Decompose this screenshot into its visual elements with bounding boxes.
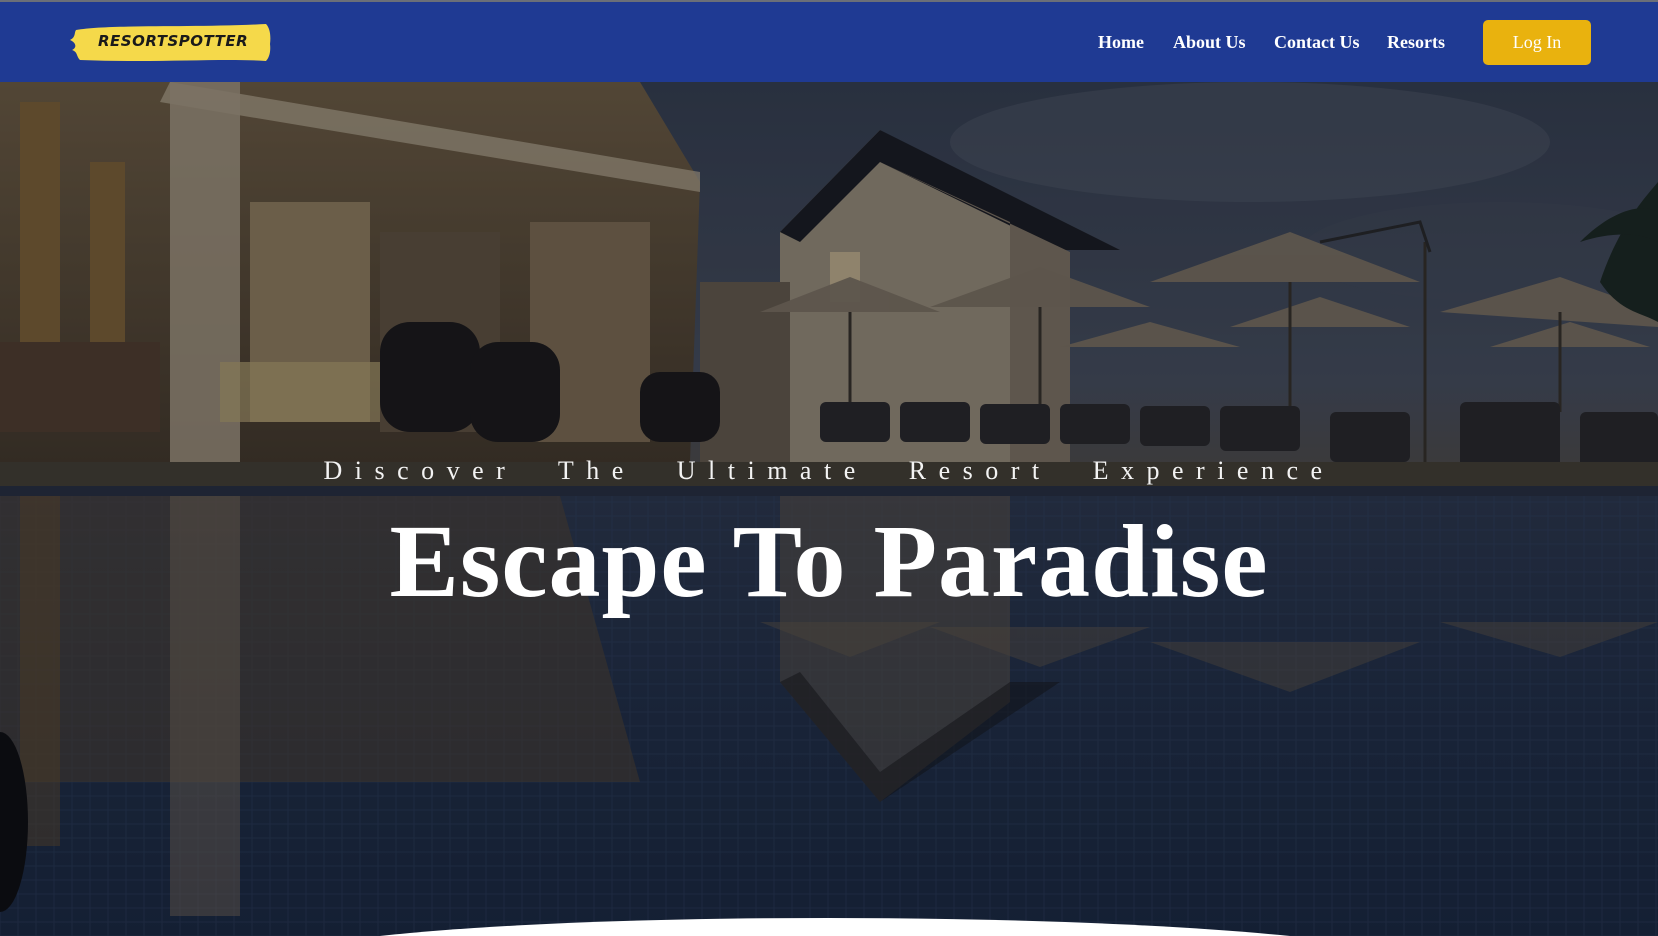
nav-resorts[interactable]: Resorts	[1387, 32, 1445, 53]
hero-bottom-curve	[380, 918, 1290, 936]
logo-text: RESORTSPOTTER	[98, 32, 249, 50]
brand-logo[interactable]: RESORTSPOTTER	[70, 22, 272, 64]
navbar: RESORTSPOTTER Home About Us Contact Us R…	[0, 0, 1658, 82]
hero-title: Escape To Paradise	[389, 504, 1269, 619]
nav-home[interactable]: Home	[1098, 32, 1144, 53]
nav-about-us[interactable]: About Us	[1173, 32, 1246, 53]
page: RESORTSPOTTER Home About Us Contact Us R…	[0, 0, 1658, 936]
login-button[interactable]: Log In	[1483, 20, 1591, 65]
hero-section: Discover The Ultimate Resort Experience …	[0, 82, 1658, 936]
nav-contact-us[interactable]: Contact Us	[1274, 32, 1360, 53]
hero-subtitle: Discover The Ultimate Resort Experience	[323, 456, 1335, 485]
